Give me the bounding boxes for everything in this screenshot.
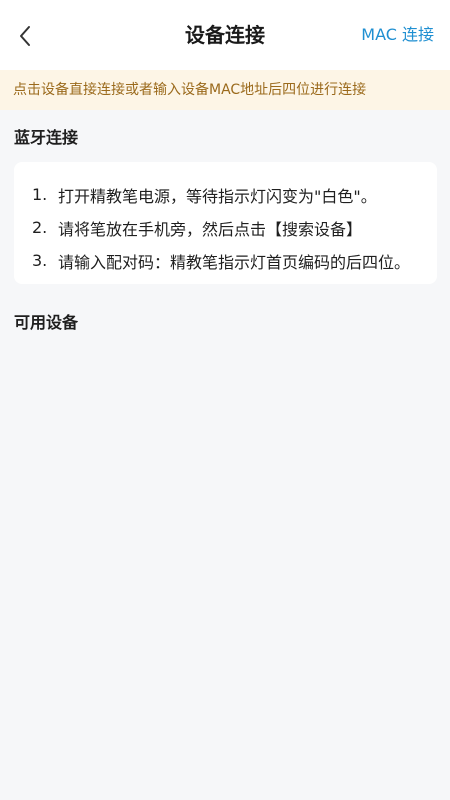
step-number: 2. <box>32 218 48 237</box>
instruction-step: 1. 打开精教笔电源，等待指示灯闪变为"白色"。 <box>32 178 419 211</box>
step-text: 打开精教笔电源，等待指示灯闪变为"白色"。 <box>58 186 377 206</box>
instruction-step: 2. 请将笔放在手机旁，然后点击【搜索设备】 <box>32 211 419 244</box>
notice-banner: 点击设备直接连接或者输入设备MAC地址后四位进行连接 <box>0 70 450 110</box>
bluetooth-section-title: 蓝牙连接 <box>14 128 79 147</box>
instruction-step: 3. 请输入配对码：精教笔指示灯首页编码的后四位。 <box>32 244 419 277</box>
available-devices-title: 可用设备 <box>14 313 79 332</box>
step-text: 请将笔放在手机旁，然后点击【搜索设备】 <box>58 219 363 239</box>
step-text: 请输入配对码：精教笔指示灯首页编码的后四位。 <box>58 252 411 272</box>
instructions-card: 1. 打开精教笔电源，等待指示灯闪变为"白色"。 2. 请将笔放在手机旁，然后点… <box>14 162 437 284</box>
step-number: 3. <box>32 251 48 270</box>
mac-connect-link[interactable]: MAC 连接 <box>361 23 434 47</box>
navigation-bar: 设备连接 MAC 连接 <box>0 0 450 70</box>
step-number: 1. <box>32 185 48 204</box>
